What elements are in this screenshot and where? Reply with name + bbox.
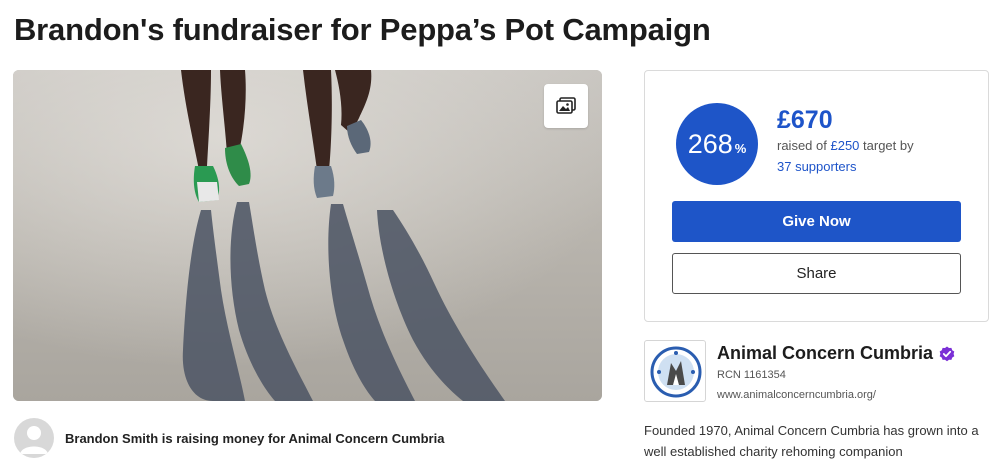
raised-amount: £670 <box>777 106 833 134</box>
supporters-link[interactable]: 37 supporters <box>777 159 857 174</box>
donation-card: 268% £670 raised of £250 target by 37 su… <box>644 70 989 322</box>
charity-name[interactable]: Animal Concern Cumbria <box>717 343 955 364</box>
share-button[interactable]: Share <box>672 253 961 294</box>
give-now-button[interactable]: Give Now <box>672 201 961 242</box>
charity-website-link[interactable]: www.animalconcerncumbria.org/ <box>717 389 876 401</box>
image-gallery-icon <box>556 97 576 114</box>
charity-registration-number: RCN 1161354 <box>717 369 786 381</box>
organiser-text: Brandon Smith is raising money for Anima… <box>65 430 445 446</box>
charity-logo[interactable] <box>644 340 706 402</box>
progress-percentage: 268% <box>687 128 747 159</box>
organiser-info: Brandon Smith is raising money for Anima… <box>14 418 444 458</box>
image-gallery-button[interactable] <box>544 84 588 128</box>
fundraiser-hero-image[interactable] <box>13 70 602 401</box>
user-avatar-icon[interactable] <box>14 418 54 458</box>
charity-description: Founded 1970, Animal Concern Cumbria has… <box>644 423 979 459</box>
page-title: Brandon's fundraiser for Peppa’s Pot Cam… <box>14 12 711 47</box>
target-text: raised of £250 target by <box>777 138 914 153</box>
runners-photo <box>13 70 602 401</box>
target-amount: £250 <box>830 138 860 153</box>
verified-badge-icon <box>939 346 955 361</box>
